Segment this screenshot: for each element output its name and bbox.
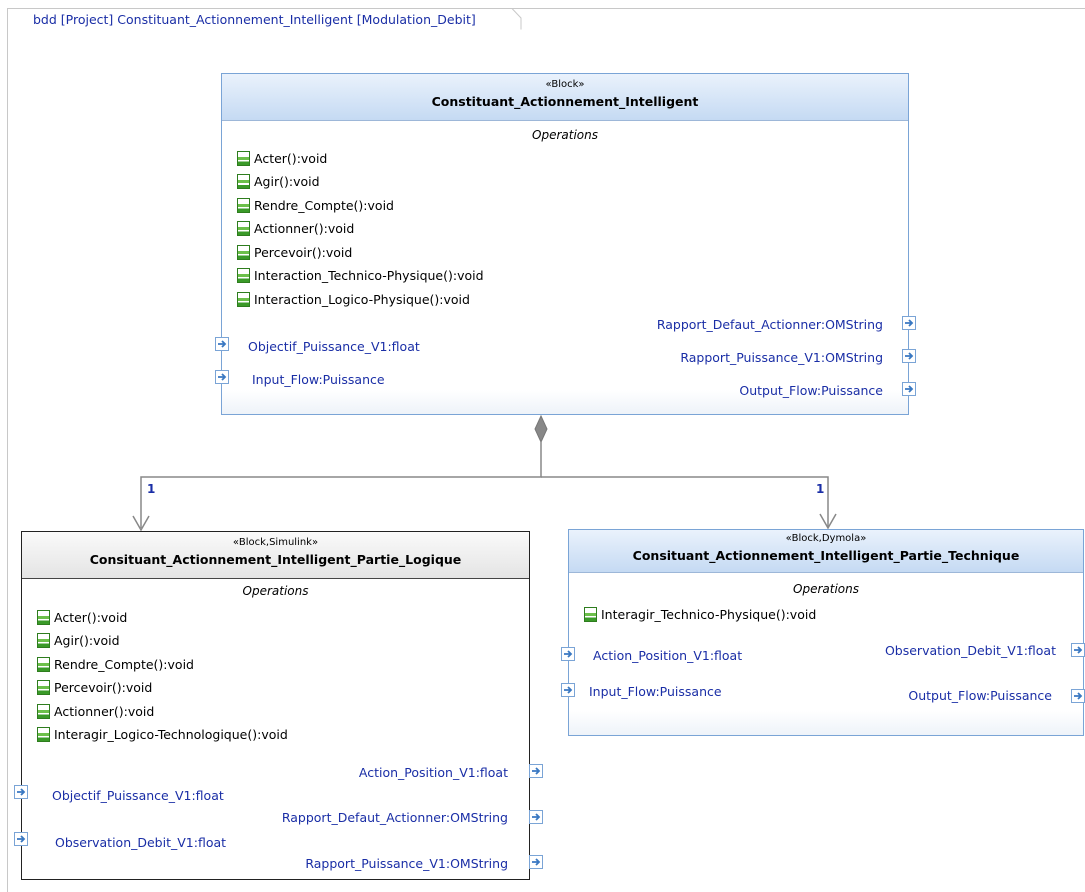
block-header: «Block,Simulink» Consituant_Actionnement… (22, 532, 529, 579)
port-label[interactable]: Observation_Debit_V1:float (885, 643, 1056, 658)
operation-item[interactable]: Acter():void (237, 151, 327, 166)
operations-compartment-title: Operations (532, 128, 598, 142)
composition-diamond (534, 414, 548, 444)
port-label[interactable]: Rapport_Defaut_Actionner:OMString (657, 317, 883, 332)
flow-port-icon[interactable] (1071, 689, 1085, 703)
operation-item[interactable]: Percevoir():void (237, 245, 352, 260)
operation-icon (37, 657, 50, 672)
operation-icon (37, 704, 50, 719)
operations-compartment-title: Operations (242, 584, 309, 598)
block-name: Consituant_Actionnement_Intelligent_Part… (632, 548, 1020, 563)
operation-icon (37, 680, 50, 695)
port-label[interactable]: Output_Flow:Puissance (908, 688, 1052, 703)
operation-icon (237, 268, 250, 283)
flow-port-icon[interactable] (215, 370, 229, 384)
port-label[interactable]: Input_Flow:Puissance (252, 372, 385, 387)
port-label[interactable]: Objectif_Puissance_V1:float (248, 339, 420, 354)
operation-item[interactable]: Interaction_Technico-Physique():void (237, 268, 484, 283)
flow-port-icon[interactable] (215, 337, 229, 351)
operation-icon (237, 151, 250, 166)
port-label[interactable]: Rapport_Puissance_V1:OMString (305, 856, 508, 871)
flow-port-icon[interactable] (561, 683, 575, 697)
flow-port-icon[interactable] (14, 832, 28, 846)
operation-icon (584, 607, 597, 622)
flow-port-icon[interactable] (14, 785, 28, 799)
block-partie-technique[interactable]: «Block,Dymola» Consituant_Actionnement_I… (568, 529, 1084, 736)
flow-port-icon[interactable] (529, 855, 543, 869)
block-partie-logique[interactable]: «Block,Simulink» Consituant_Actionnement… (21, 531, 530, 880)
flow-port-icon[interactable] (529, 764, 543, 778)
operation-item[interactable]: Percevoir():void (37, 680, 152, 695)
operation-item[interactable]: Rendre_Compte():void (37, 657, 194, 672)
operation-icon (237, 221, 250, 236)
operation-icon (237, 292, 250, 307)
operation-icon (37, 610, 50, 625)
block-footer (569, 711, 1083, 735)
flow-port-icon[interactable] (529, 810, 543, 824)
flow-port-icon[interactable] (561, 647, 575, 661)
operation-icon (237, 174, 250, 189)
operation-icon (37, 727, 50, 742)
operation-item[interactable]: Interaction_Logico-Physique():void (237, 292, 470, 307)
operation-item[interactable]: Agir():void (37, 633, 120, 648)
port-label[interactable]: Rapport_Defaut_Actionner:OMString (282, 810, 508, 825)
block-header: «Block,Dymola» Consituant_Actionnement_I… (569, 530, 1083, 573)
operation-item[interactable]: Actionner():void (37, 704, 154, 719)
flow-port-icon[interactable] (1071, 643, 1085, 657)
port-label[interactable]: Input_Flow:Puissance (589, 684, 722, 699)
multiplicity-left: 1 (147, 482, 156, 496)
flow-port-icon[interactable] (902, 316, 916, 330)
block-constituant-actionnement-intelligent[interactable]: «Block» Constituant_Actionnement_Intelli… (221, 73, 909, 415)
operation-item[interactable]: Acter():void (37, 610, 127, 625)
operation-item[interactable]: Rendre_Compte():void (237, 198, 394, 213)
port-label[interactable]: Action_Position_V1:float (593, 648, 742, 663)
port-label[interactable]: Rapport_Puissance_V1:OMString (680, 350, 883, 365)
flow-port-icon[interactable] (902, 382, 916, 396)
port-label[interactable]: Action_Position_V1:float (359, 765, 508, 780)
port-label[interactable]: Objectif_Puissance_V1:float (52, 788, 224, 803)
port-label[interactable]: Output_Flow:Puissance (739, 383, 883, 398)
operation-item[interactable]: Interagir_Technico-Physique():void (584, 607, 816, 622)
operation-icon (237, 198, 250, 213)
flow-port-icon[interactable] (902, 349, 916, 363)
block-stereotype: «Block» (545, 79, 585, 90)
block-name: Consituant_Actionnement_Intelligent_Part… (89, 552, 462, 567)
operations-compartment-title: Operations (793, 582, 859, 596)
block-stereotype: «Block,Simulink» (232, 537, 319, 548)
multiplicity-right: 1 (816, 482, 825, 496)
operation-item[interactable]: Interagir_Logico-Technologique():void (37, 727, 288, 742)
block-header: «Block» Constituant_Actionnement_Intelli… (222, 74, 908, 121)
operation-icon (37, 633, 50, 648)
block-name: Constituant_Actionnement_Intelligent (431, 94, 699, 109)
operation-icon (237, 245, 250, 260)
operation-item[interactable]: Agir():void (237, 174, 320, 189)
block-stereotype: «Block,Dymola» (785, 533, 867, 544)
port-label[interactable]: Observation_Debit_V1:float (55, 835, 226, 850)
operation-item[interactable]: Actionner():void (237, 221, 354, 236)
